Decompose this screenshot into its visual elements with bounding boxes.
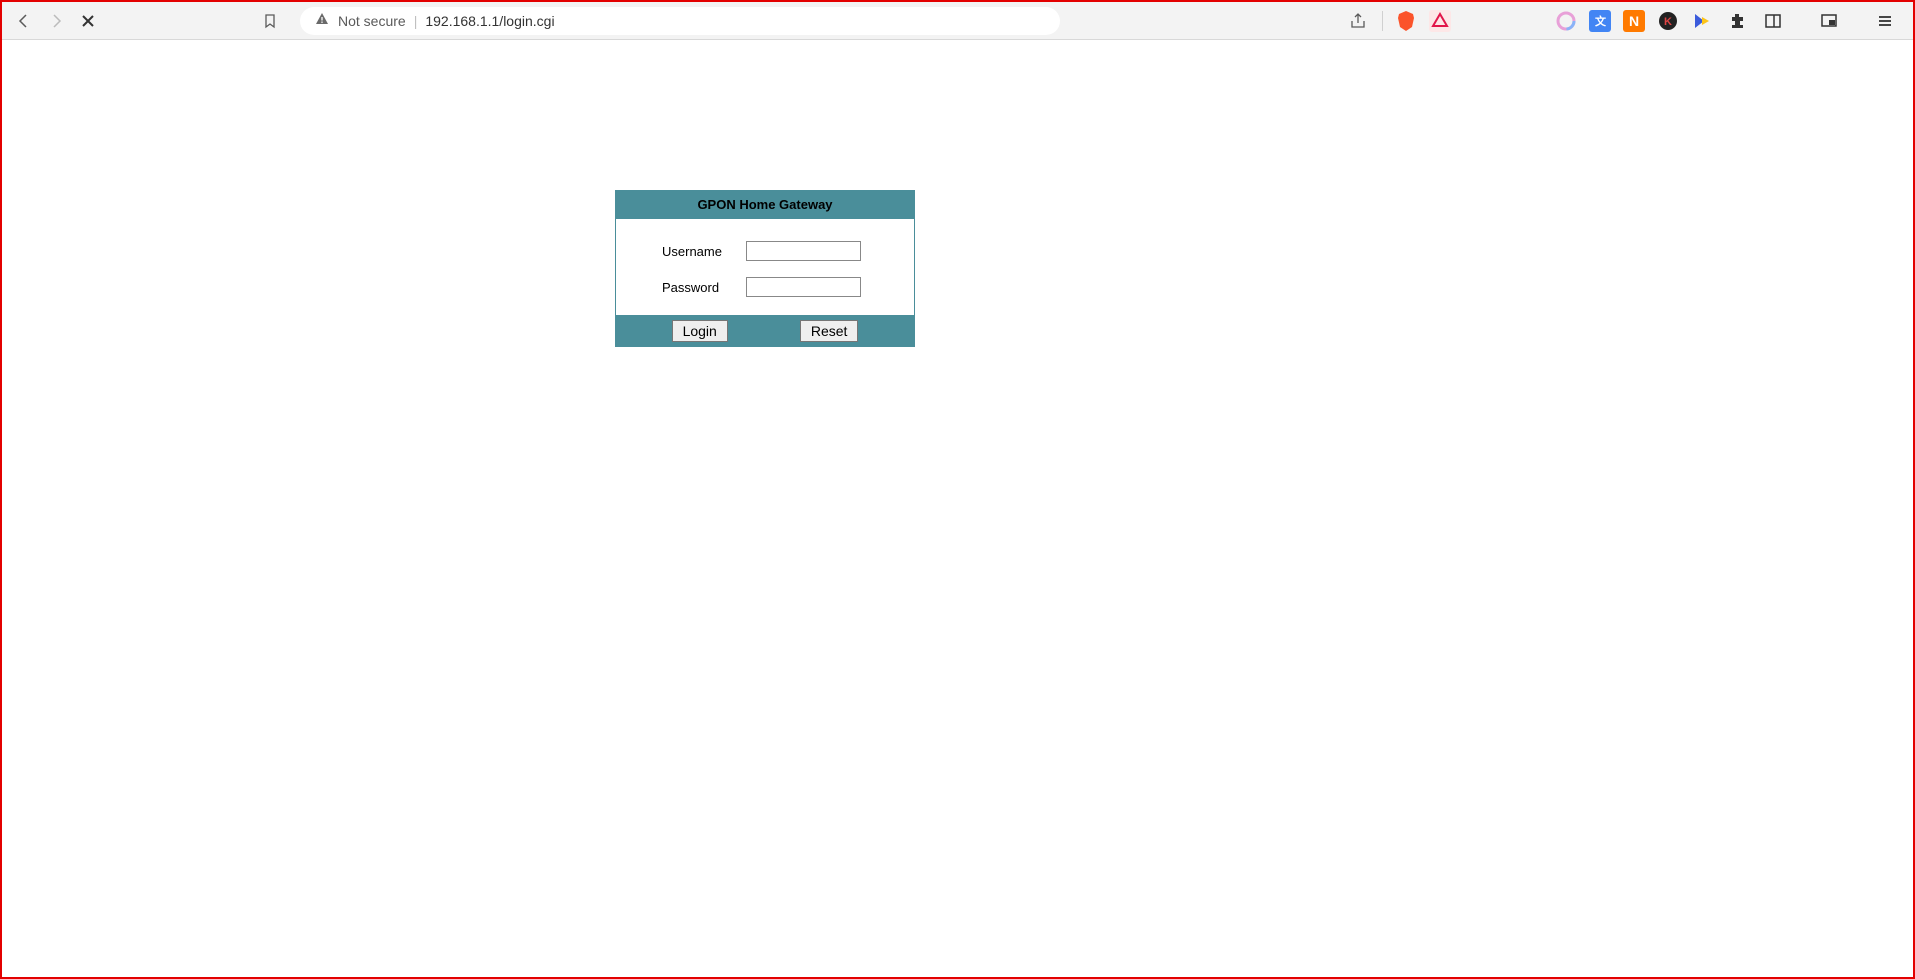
stop-button[interactable] <box>76 9 100 33</box>
brave-shield-icon[interactable] <box>1395 10 1417 32</box>
address-separator: | <box>414 13 418 29</box>
bookmark-button[interactable] <box>258 9 282 33</box>
svg-text:K: K <box>1664 16 1672 28</box>
reset-button[interactable]: Reset <box>800 320 859 342</box>
login-form: Username Password <box>615 219 915 315</box>
page-content: GPON Home Gateway Username Password Logi… <box>2 40 1913 977</box>
forward-button[interactable] <box>44 9 68 33</box>
password-row: Password <box>636 277 894 297</box>
username-row: Username <box>636 241 894 261</box>
login-panel: GPON Home Gateway Username Password Logi… <box>615 190 915 347</box>
login-title: GPON Home Gateway <box>615 190 915 219</box>
extension-icon-2[interactable]: N <box>1623 10 1645 32</box>
browser-toolbar: Not secure | 192.168.1.1/login.cgi 文 N K <box>2 2 1913 40</box>
username-label: Username <box>636 244 746 259</box>
brave-rewards-icon[interactable] <box>1429 10 1451 32</box>
share-button[interactable] <box>1346 9 1370 33</box>
username-input[interactable] <box>746 241 861 261</box>
extensions-button[interactable] <box>1725 9 1749 33</box>
sidebar-button[interactable] <box>1761 9 1785 33</box>
menu-button[interactable] <box>1873 9 1897 33</box>
extension-icon-3[interactable]: K <box>1657 10 1679 32</box>
back-button[interactable] <box>12 9 36 33</box>
svg-text:文: 文 <box>1595 14 1607 28</box>
extension-icon-4[interactable] <box>1691 10 1713 32</box>
toolbar-separator <box>1382 11 1383 31</box>
pip-button[interactable] <box>1817 9 1841 33</box>
login-button[interactable]: Login <box>672 320 728 342</box>
extension-icon-1[interactable] <box>1555 10 1577 32</box>
login-footer: Login Reset <box>615 315 915 347</box>
password-input[interactable] <box>746 277 861 297</box>
url-text: 192.168.1.1/login.cgi <box>425 13 554 29</box>
security-label: Not secure <box>338 13 406 29</box>
translate-icon[interactable]: 文 <box>1589 10 1611 32</box>
address-bar[interactable]: Not secure | 192.168.1.1/login.cgi <box>300 7 1060 35</box>
toolbar-right: 文 N K <box>1346 9 1903 33</box>
password-label: Password <box>636 280 746 295</box>
security-warning-icon <box>314 11 330 30</box>
